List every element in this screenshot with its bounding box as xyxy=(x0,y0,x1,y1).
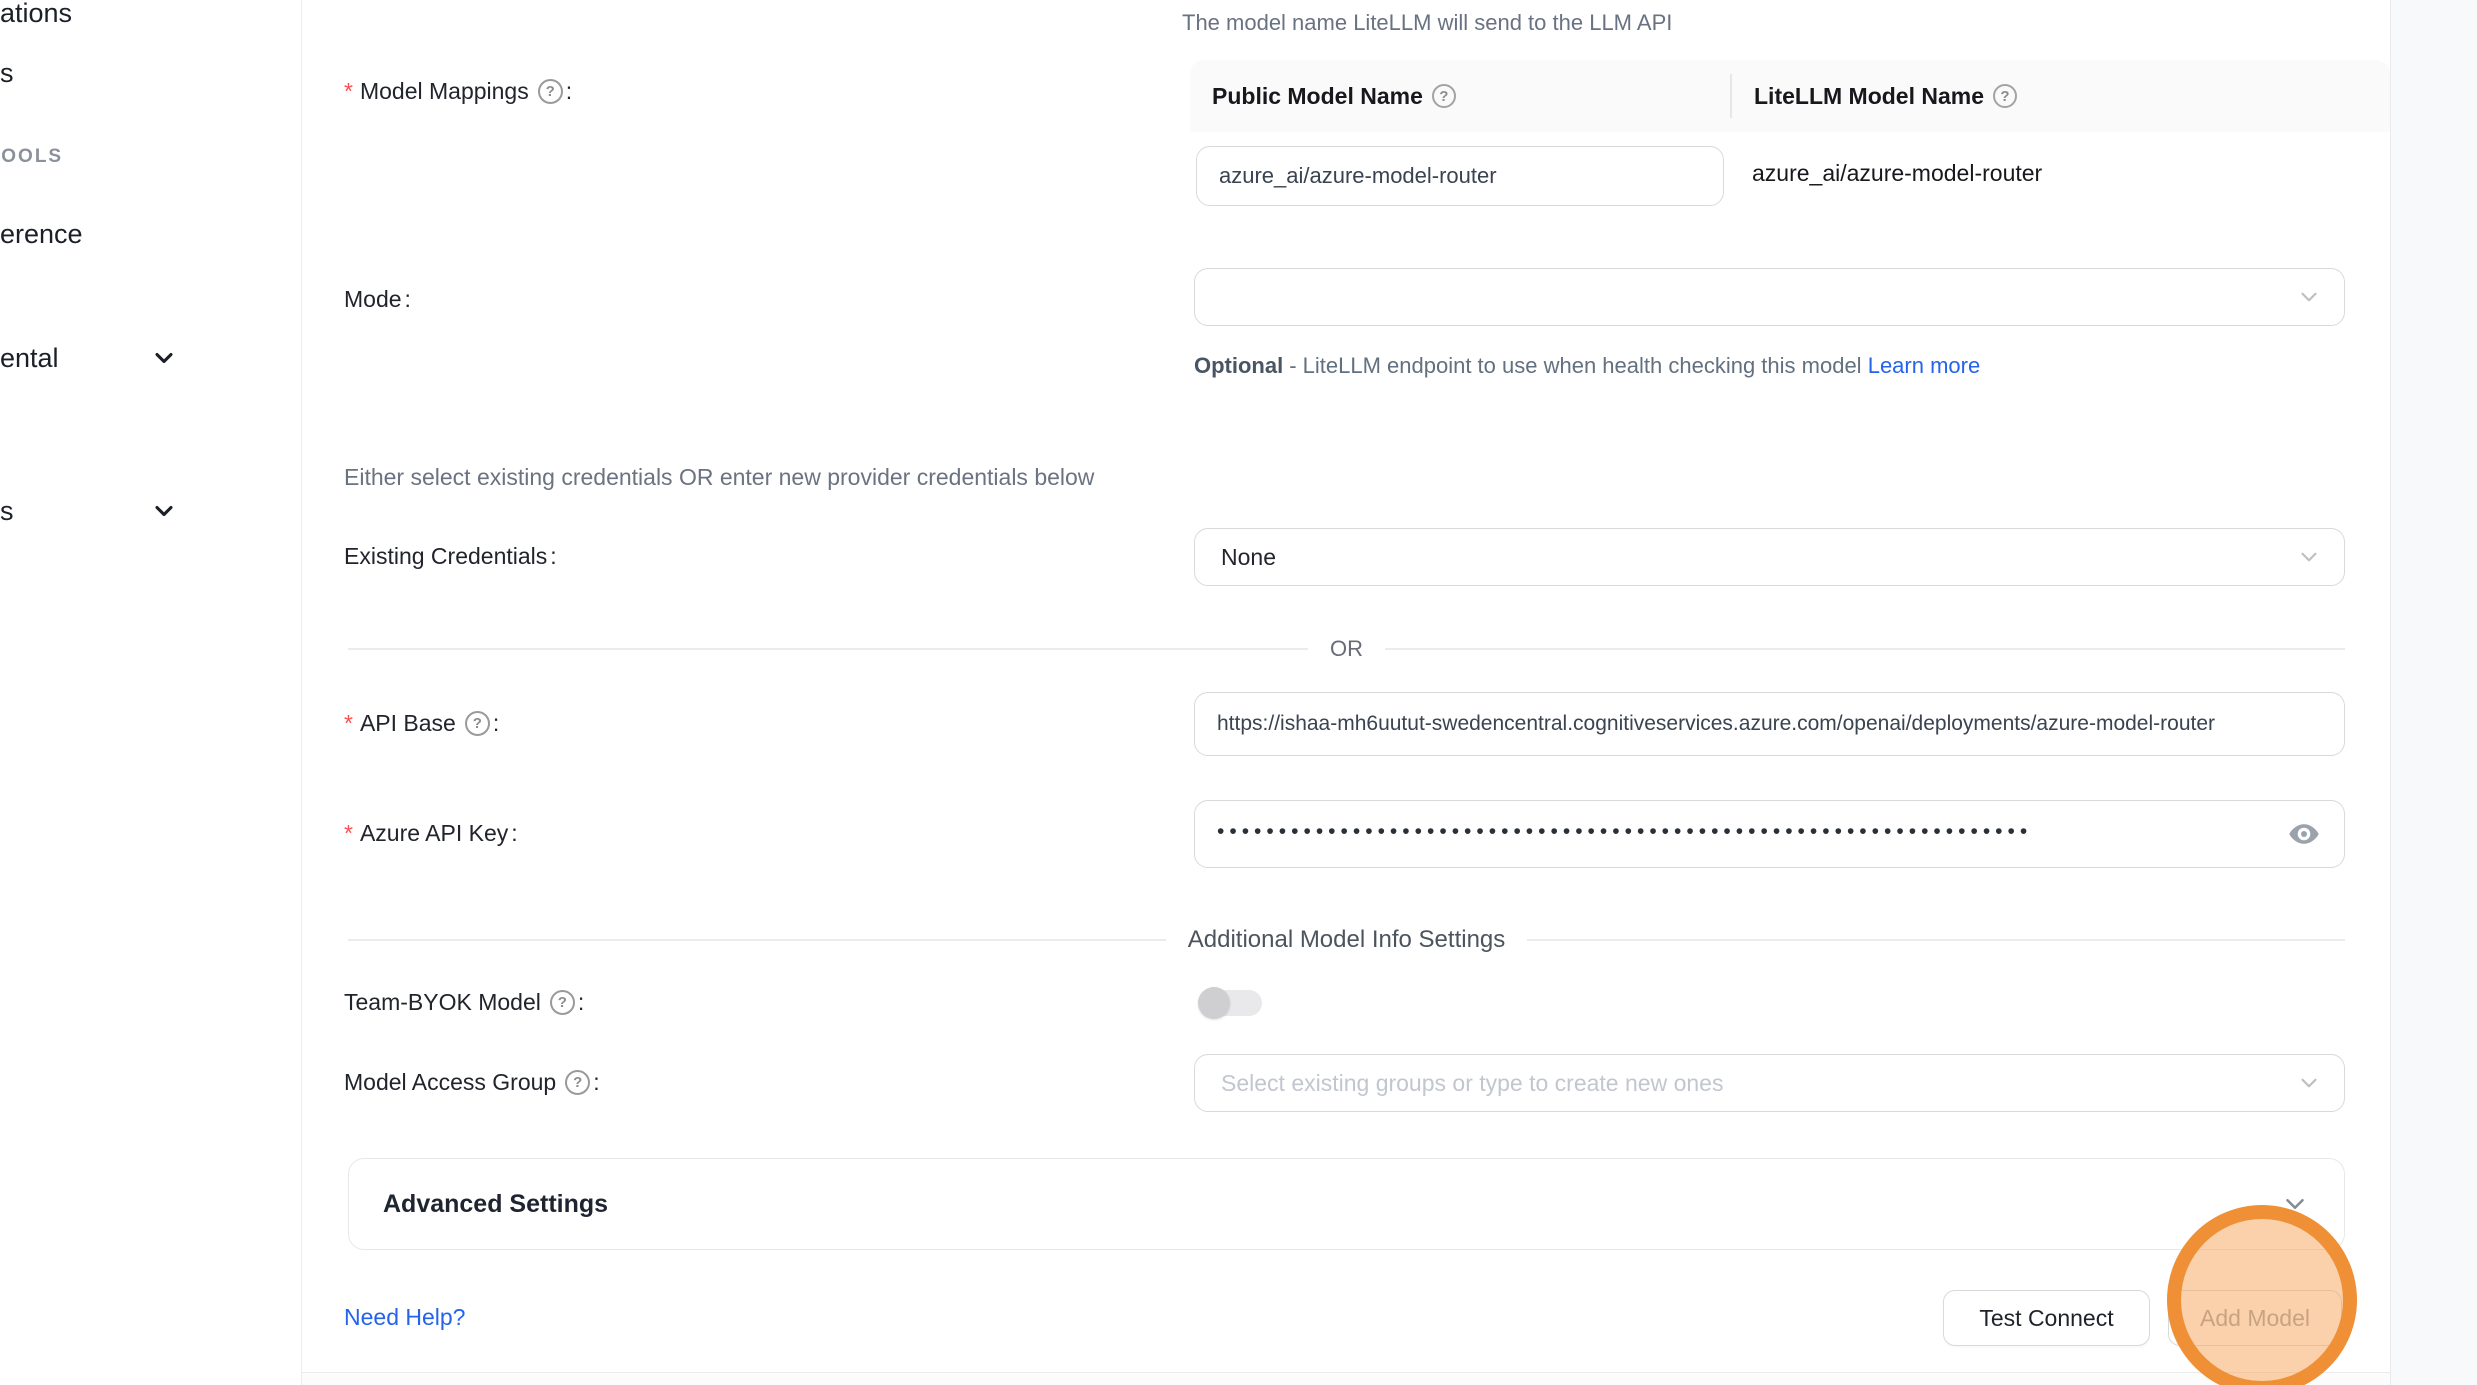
existing-credentials-label: Existing Credentials: xyxy=(344,543,557,570)
model-access-group-select[interactable]: Select existing groups or type to create… xyxy=(1194,1054,2345,1112)
sidebar: ations s TOOLS erence ental s xyxy=(0,0,302,1385)
page-right-gutter xyxy=(2390,0,2477,1385)
model-mappings-table-header: Public Model Name ? LiteLLM Model Name ? xyxy=(1190,60,2390,132)
sidebar-item-settings[interactable]: s xyxy=(0,496,14,527)
question-circle-icon[interactable]: ? xyxy=(1993,84,2017,108)
required-asterisk: * xyxy=(344,820,353,847)
card-bottom-edge xyxy=(302,1372,2390,1385)
team-byok-toggle[interactable] xyxy=(1198,987,1264,1019)
required-asterisk: * xyxy=(344,710,353,737)
api-base-input[interactable] xyxy=(1194,692,2345,756)
existing-credentials-select[interactable]: None xyxy=(1194,528,2345,586)
advanced-settings-title: Advanced Settings xyxy=(383,1190,2280,1219)
azure-api-key-input[interactable]: ••••••••••••••••••••••••••••••••••••••••… xyxy=(1194,800,2345,868)
question-circle-icon[interactable]: ? xyxy=(465,711,490,736)
litellm-model-name-helper: The model name LiteLLM will send to the … xyxy=(1182,10,1672,36)
credentials-note: Either select existing credentials OR en… xyxy=(344,464,1094,491)
masked-api-key: ••••••••••••••••••••••••••••••••••••••••… xyxy=(1217,820,2272,844)
chevron-down-icon xyxy=(2296,1070,2322,1096)
model-access-group-label: Model Access Group ? : xyxy=(344,1069,600,1096)
or-divider: OR xyxy=(348,636,2345,662)
chevron-down-icon xyxy=(150,497,178,525)
litellm-model-name-value: azure_ai/azure-model-router xyxy=(1752,160,2042,187)
chevron-down-icon xyxy=(2296,284,2322,310)
test-connect-button[interactable]: Test Connect xyxy=(1943,1290,2150,1346)
sidebar-item-organizations[interactable]: ations xyxy=(0,0,72,29)
sidebar-item-experimental[interactable]: ental xyxy=(0,343,59,374)
azure-api-key-label: * Azure API Key : xyxy=(344,820,518,847)
team-byok-label: Team-BYOK Model ? : xyxy=(344,989,584,1016)
chevron-down-icon xyxy=(2280,1189,2310,1219)
need-help-link[interactable]: Need Help? xyxy=(344,1304,465,1331)
mode-helper-text: Optional- LiteLLM endpoint to use when h… xyxy=(1194,346,2039,386)
toggle-knob xyxy=(1198,987,1230,1019)
add-model-button[interactable]: Add Model xyxy=(2168,1290,2342,1346)
additional-settings-divider: Additional Model Info Settings xyxy=(348,926,2345,954)
mode-label: Mode: xyxy=(344,286,411,313)
column-header-litellm-model-name: LiteLLM Model Name ? xyxy=(1730,74,2390,118)
question-circle-icon[interactable]: ? xyxy=(538,79,563,104)
sidebar-item-reference[interactable]: erence xyxy=(0,219,83,250)
model-access-group-placeholder: Select existing groups or type to create… xyxy=(1221,1070,1723,1097)
api-base-label: * API Base ? : xyxy=(344,710,499,737)
model-mappings-label: * Model Mappings ? : xyxy=(344,78,572,105)
add-model-page: ations s TOOLS erence ental s The model … xyxy=(0,0,2477,1385)
chevron-down-icon xyxy=(2296,544,2322,570)
sidebar-section-tools: TOOLS xyxy=(0,146,63,168)
existing-credentials-value: None xyxy=(1221,544,1276,571)
model-mappings-table: Public Model Name ? LiteLLM Model Name ?… xyxy=(1190,60,2390,292)
question-circle-icon[interactable]: ? xyxy=(550,990,575,1015)
question-circle-icon[interactable]: ? xyxy=(565,1070,590,1095)
column-header-public-model-name: Public Model Name ? xyxy=(1190,83,1730,110)
required-asterisk: * xyxy=(344,78,353,105)
learn-more-link[interactable]: Learn more xyxy=(1868,353,1981,378)
public-model-name-input[interactable] xyxy=(1196,146,1724,206)
mode-select[interactable] xyxy=(1194,268,2345,326)
chevron-down-icon xyxy=(150,344,178,372)
advanced-settings-panel[interactable]: Advanced Settings xyxy=(348,1158,2345,1250)
eye-icon[interactable] xyxy=(2286,816,2322,852)
sidebar-item[interactable]: s xyxy=(0,58,14,89)
question-circle-icon[interactable]: ? xyxy=(1432,84,1456,108)
